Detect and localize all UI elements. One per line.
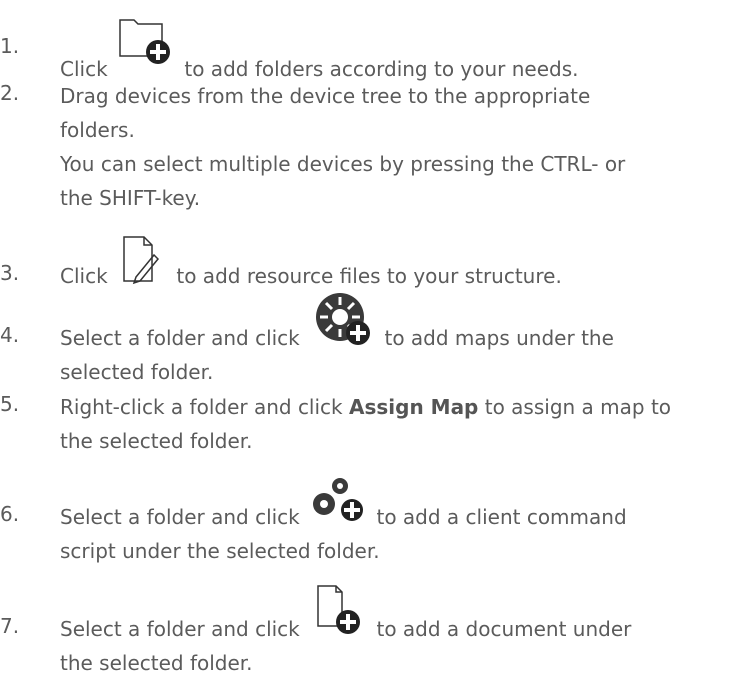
note-line-1: You can select multiple devices by press… <box>60 152 626 176</box>
step-text-line-1: Select a folder and click to add a clien… <box>60 478 627 532</box>
step-number: 1. <box>0 34 20 58</box>
step-number: 5. <box>0 392 20 416</box>
step-number: 2. <box>0 81 20 105</box>
step-text: Click to add folders according to your n… <box>60 19 579 84</box>
step-text-line-2: selected folder. <box>60 360 214 384</box>
step-number: 4. <box>0 323 20 347</box>
step-text-line-1: Select a folder and click to add maps un… <box>60 293 614 353</box>
note-line-2: the SHIFT-key. <box>60 186 201 210</box>
step-text-line-1: Select a folder and click to add a docum… <box>60 585 631 644</box>
step-number: 3. <box>0 261 20 285</box>
step-text-line-2: the selected folder. <box>60 651 253 675</box>
document-page: { "steps": [ {"number": "1.", "before": … <box>0 0 753 688</box>
add-resource-file-icon <box>114 236 170 291</box>
add-map-icon <box>306 293 378 353</box>
assign-map-label: Assign Map <box>349 395 479 419</box>
step-text-line-1: Right-click a folder and click Assign Ma… <box>60 395 672 419</box>
step-text-line-1: Drag devices from the device tree to the… <box>60 84 591 108</box>
step-text-line-2: the selected folder. <box>60 429 253 453</box>
step-text-line-2: script under the selected folder. <box>60 539 380 563</box>
step-text-line-2: folders. <box>60 118 135 142</box>
step-number: 6. <box>0 502 20 526</box>
add-script-icon <box>306 478 370 532</box>
add-document-icon <box>306 585 370 644</box>
step-number: 7. <box>0 614 20 638</box>
add-folder-icon <box>114 19 178 84</box>
